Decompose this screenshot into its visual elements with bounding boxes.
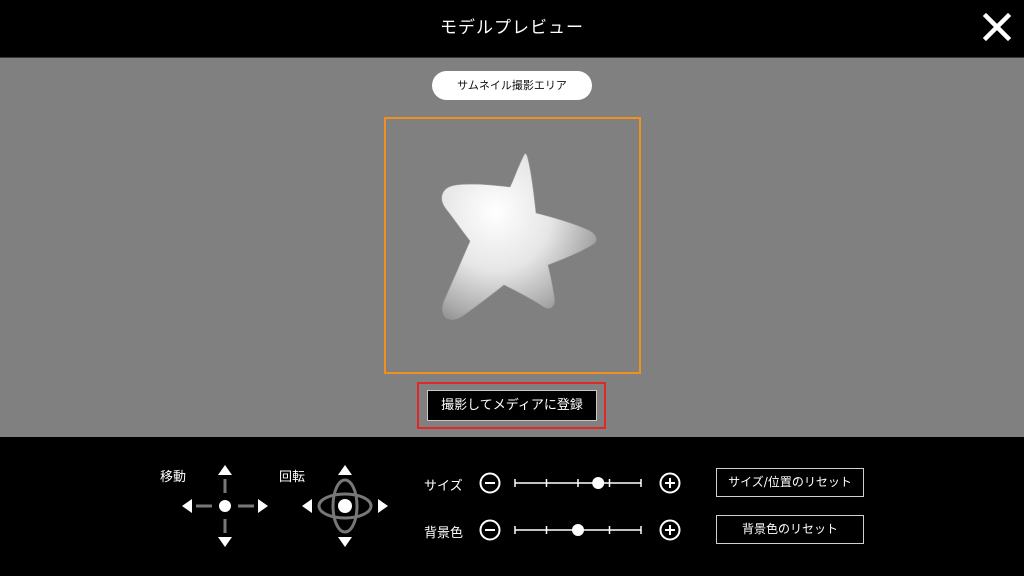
rotate-pad-icon[interactable] — [300, 463, 390, 549]
size-slider[interactable] — [513, 473, 643, 493]
size-slider-knob[interactable] — [592, 477, 605, 489]
control-panel: 移動 回転 サイズ サイズ/位置のリセット 背景色 背景色のリセット — [0, 437, 1024, 576]
background-minus-button[interactable] — [479, 519, 501, 541]
background-color-reset-button[interactable]: 背景色のリセット — [716, 515, 864, 544]
close-icon — [982, 12, 1012, 42]
size-position-reset-button[interactable]: サイズ/位置のリセット — [716, 468, 864, 497]
background-plus-button[interactable] — [659, 519, 681, 541]
background-slider-knob[interactable] — [572, 524, 584, 536]
thumbnail-area-label: サムネイル撮影エリア — [432, 71, 592, 100]
star-model — [441, 153, 597, 320]
page-title: モデルプレビュー — [440, 18, 584, 38]
thumbnail-frame[interactable] — [384, 117, 641, 374]
background-color-slider[interactable] — [513, 520, 643, 540]
background-color-label: 背景色 — [424, 526, 464, 541]
size-minus-button[interactable] — [479, 472, 501, 494]
close-button[interactable] — [980, 10, 1014, 44]
capture-register-button[interactable]: 撮影してメディアに登録 — [427, 390, 597, 421]
size-label: サイズ — [424, 479, 463, 494]
move-pad-icon[interactable] — [180, 463, 270, 549]
size-plus-button[interactable] — [659, 472, 681, 494]
header-bar: モデルプレビュー — [0, 0, 1024, 58]
